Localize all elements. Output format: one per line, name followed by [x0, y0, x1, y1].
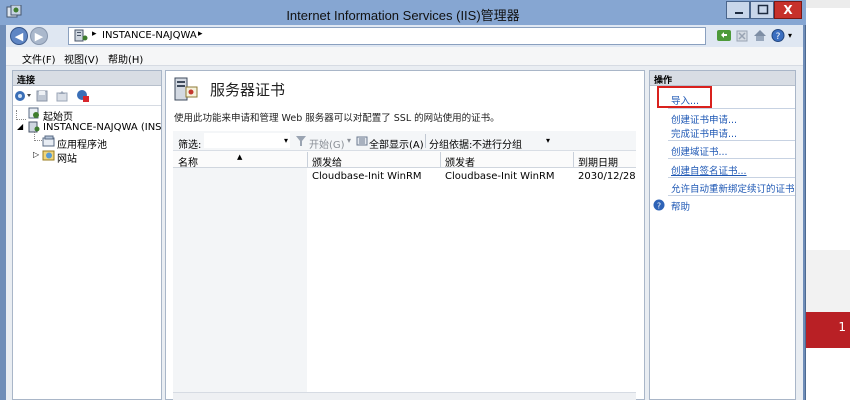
connect-icon[interactable]: [14, 90, 34, 102]
minimize-button[interactable]: [726, 1, 750, 19]
horizontal-scrollbar[interactable]: [173, 392, 636, 400]
group-by-label: 分组依据:: [429, 140, 473, 151]
help-icon[interactable]: ?: [771, 28, 787, 43]
breadcrumb-server[interactable]: INSTANCE-NAJQWA: [102, 30, 197, 41]
server-certificates-icon: [172, 76, 198, 102]
start-page-icon: [28, 107, 40, 119]
refresh-icon[interactable]: [716, 28, 732, 43]
back-button[interactable]: ◀: [10, 27, 28, 45]
svg-text:?: ?: [776, 32, 781, 42]
sort-ascending-icon: ▲: [237, 153, 243, 161]
filter-input[interactable]: [204, 133, 290, 148]
actions-divider: [668, 195, 795, 196]
background-red-panel: 1: [805, 312, 850, 348]
toolbar-divider: [425, 134, 426, 148]
actions-header: 操作: [650, 71, 795, 86]
grid-header: [173, 151, 636, 168]
tree-expander-sites[interactable]: ▷: [33, 150, 39, 159]
filter-dropdown-icon[interactable]: ▾: [284, 136, 288, 145]
column-header-expiry[interactable]: 到期日期: [578, 154, 618, 169]
svg-text:?: ?: [657, 202, 661, 211]
page-description: 使用此功能来申请和管理 Web 服务器可以对配置了 SSL 的网站使用的证书。: [174, 113, 500, 124]
show-all-icon: [356, 136, 368, 146]
cell-expiry: 2030/12/28 1: [578, 171, 636, 182]
column-header-issued-to[interactable]: 颁发给: [312, 154, 342, 169]
column-header-issued-by[interactable]: 颁发者: [445, 154, 475, 169]
action-import[interactable]: 导入...: [671, 93, 699, 107]
show-all-button[interactable]: 全部显示(A): [369, 136, 424, 151]
action-help[interactable]: 帮助: [671, 199, 690, 213]
start-filter-dropdown-icon[interactable]: ▾: [347, 136, 351, 145]
connections-pane: [12, 70, 162, 400]
actions-divider: [668, 108, 795, 109]
action-create-certificate-request[interactable]: 创建证书申请...: [671, 112, 737, 126]
actions-divider: [668, 140, 795, 141]
connections-header: 连接: [13, 71, 161, 86]
action-allow-auto-rebind[interactable]: 允许自动重新绑定续订的证书: [671, 181, 795, 195]
menu-help[interactable]: 帮助(H): [108, 51, 143, 66]
background-strip-top: [805, 0, 850, 8]
menu-file[interactable]: 文件(F): [22, 51, 56, 66]
server-icon: [74, 29, 88, 42]
help-action-icon: ?: [653, 199, 665, 211]
tree-line: [16, 110, 26, 120]
column-separator[interactable]: [307, 152, 308, 167]
window-title: Internet Information Services (IIS)管理器: [286, 8, 520, 23]
page-title: 服务器证书: [210, 81, 286, 99]
forward-button[interactable]: ▶: [30, 27, 48, 45]
up-icon[interactable]: [56, 90, 68, 102]
cell-issued-to: Cloudbase-Init WinRM: [312, 171, 422, 182]
funnel-icon: [296, 136, 306, 146]
column-header-name[interactable]: 名称: [178, 154, 198, 169]
tree-item-app-pools[interactable]: 应用程序池: [57, 136, 107, 151]
group-by-select[interactable]: 不进行分组: [472, 136, 522, 151]
tree-expander-server[interactable]: ◢: [17, 122, 23, 131]
breadcrumb-chevron[interactable]: ▸: [198, 29, 203, 39]
breadcrumb-separator: ▸: [92, 29, 97, 39]
filter-label: 筛选:: [178, 140, 202, 151]
background-strip-gray: [805, 250, 850, 312]
group-by-dropdown-icon[interactable]: ▾: [546, 136, 550, 145]
action-complete-certificate-request[interactable]: 完成证书申请...: [671, 126, 737, 140]
stop-icon[interactable]: [735, 28, 749, 43]
home-icon[interactable]: [753, 28, 767, 43]
menu-view[interactable]: 视图(V): [64, 51, 99, 66]
column-separator[interactable]: [573, 152, 574, 167]
save-icon[interactable]: [36, 90, 48, 102]
red-panel-text: 1: [838, 320, 846, 334]
actions-divider: [668, 158, 795, 159]
sites-icon: [42, 149, 56, 161]
tree-line: [34, 132, 42, 141]
start-filter-button[interactable]: 开始(G): [309, 136, 345, 151]
close-button[interactable]: X: [774, 1, 802, 19]
maximize-button[interactable]: [750, 1, 774, 19]
grid-name-column: [173, 168, 307, 394]
actions-divider: [668, 177, 795, 178]
action-create-self-signed-certificate[interactable]: 创建自签名证书...: [671, 163, 747, 177]
tree-item-start-page[interactable]: 起始页: [43, 108, 73, 123]
app-pools-icon: [42, 135, 56, 147]
help-dropdown-icon[interactable]: ▾: [788, 28, 798, 43]
tree-item-sites[interactable]: 网站: [57, 150, 77, 165]
cell-issued-by: Cloudbase-Init WinRM: [445, 171, 555, 182]
action-create-domain-certificate[interactable]: 创建域证书...: [671, 144, 728, 158]
delete-connection-icon[interactable]: [76, 89, 90, 103]
tree-item-server[interactable]: INSTANCE-NAJQWA (INST: [43, 122, 161, 133]
column-separator[interactable]: [440, 152, 441, 167]
